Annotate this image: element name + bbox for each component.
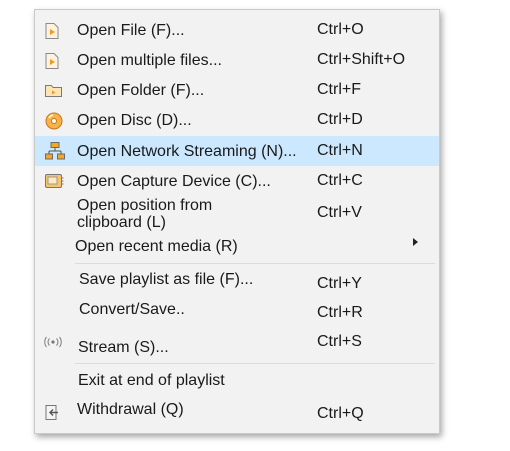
menu-item-label: Open Folder (F)... xyxy=(77,82,205,99)
shortcut-label: Ctrl+Q xyxy=(317,405,364,422)
menu-item-label: Exit at end of playlist xyxy=(78,372,225,389)
menu-item-open-network-streaming[interactable]: Open Network Streaming (N)... Ctrl+N xyxy=(35,136,439,166)
menu-separator xyxy=(75,363,435,364)
menu-item-label: Save playlist as file (F)... xyxy=(79,271,254,288)
menu-item-label: Withdrawal (Q) xyxy=(77,401,184,418)
menu-item-label: Open multiple files... xyxy=(77,52,222,69)
shortcut-label: Ctrl+C xyxy=(317,172,363,189)
menu-item-label: Open File (F)... xyxy=(77,22,185,39)
menu-item-open-folder[interactable]: Open Folder (F)... Ctrl+F xyxy=(35,78,439,104)
shortcut-label: Ctrl+N xyxy=(317,142,363,159)
capture-card-icon xyxy=(45,174,64,194)
folder-icon xyxy=(45,84,62,102)
file-media-icon xyxy=(45,53,59,74)
menu-item-label-line1: Open position from xyxy=(77,197,213,214)
shortcut-label: Ctrl+F xyxy=(317,81,361,98)
menu-item-label: Open Disc (D)... xyxy=(77,112,192,129)
shortcut-label: Ctrl+Shift+O xyxy=(317,51,406,68)
menu-item-open-multiple-files[interactable]: Open multiple files... Ctrl+Shift+O xyxy=(35,48,439,74)
network-icon xyxy=(45,142,65,165)
shortcut-label: Ctrl+O xyxy=(317,21,364,38)
exit-icon xyxy=(45,404,61,426)
menu-item-open-disc[interactable]: Open Disc (D)... Ctrl+D xyxy=(35,108,439,134)
file-media-icon xyxy=(45,23,59,44)
menu-item-label-line2: clipboard (L) xyxy=(77,214,166,231)
menu-item-open-capture-device[interactable]: Open Capture Device (C)... Ctrl+C xyxy=(35,168,439,196)
menu-item-open-file[interactable]: Open File (F)... Ctrl+O xyxy=(35,18,439,44)
menu-item-convert-save[interactable]: Convert/Save.. Ctrl+R xyxy=(35,298,439,326)
menu-item-label: Convert/Save.. xyxy=(79,301,185,318)
stream-icon xyxy=(42,335,64,353)
menu-item-exit-at-end[interactable]: Exit at end of playlist xyxy=(35,368,439,394)
menu-item-open-from-clipboard[interactable]: Open position from clipboard (L) Ctrl+V xyxy=(35,196,439,232)
file-menu: Open File (F)... Ctrl+O Open multiple fi… xyxy=(34,9,440,434)
menu-item-open-recent-media[interactable]: Open recent media (R) xyxy=(35,234,439,260)
disc-icon xyxy=(45,112,63,135)
menu-item-label: Stream (S)... xyxy=(78,339,169,356)
menu-item-label: Open Capture Device (C)... xyxy=(77,173,271,190)
shortcut-label: Ctrl+Y xyxy=(317,275,362,292)
shortcut-label: Ctrl+D xyxy=(317,111,363,128)
submenu-arrow-icon xyxy=(413,238,418,246)
menu-item-withdrawal[interactable]: Withdrawal (Q) Ctrl+Q xyxy=(35,396,439,428)
menu-item-save-playlist[interactable]: Save playlist as file (F)... Ctrl+Y xyxy=(35,268,439,296)
shortcut-label: Ctrl+V xyxy=(317,204,362,221)
menu-item-stream[interactable]: Stream (S)... Ctrl+S xyxy=(35,330,439,360)
menu-separator xyxy=(75,263,435,264)
shortcut-label: Ctrl+R xyxy=(317,304,363,321)
shortcut-label: Ctrl+S xyxy=(317,333,362,350)
menu-item-label: Open recent media (R) xyxy=(75,238,238,255)
menu-item-label: Open Network Streaming (N)... xyxy=(77,143,297,160)
